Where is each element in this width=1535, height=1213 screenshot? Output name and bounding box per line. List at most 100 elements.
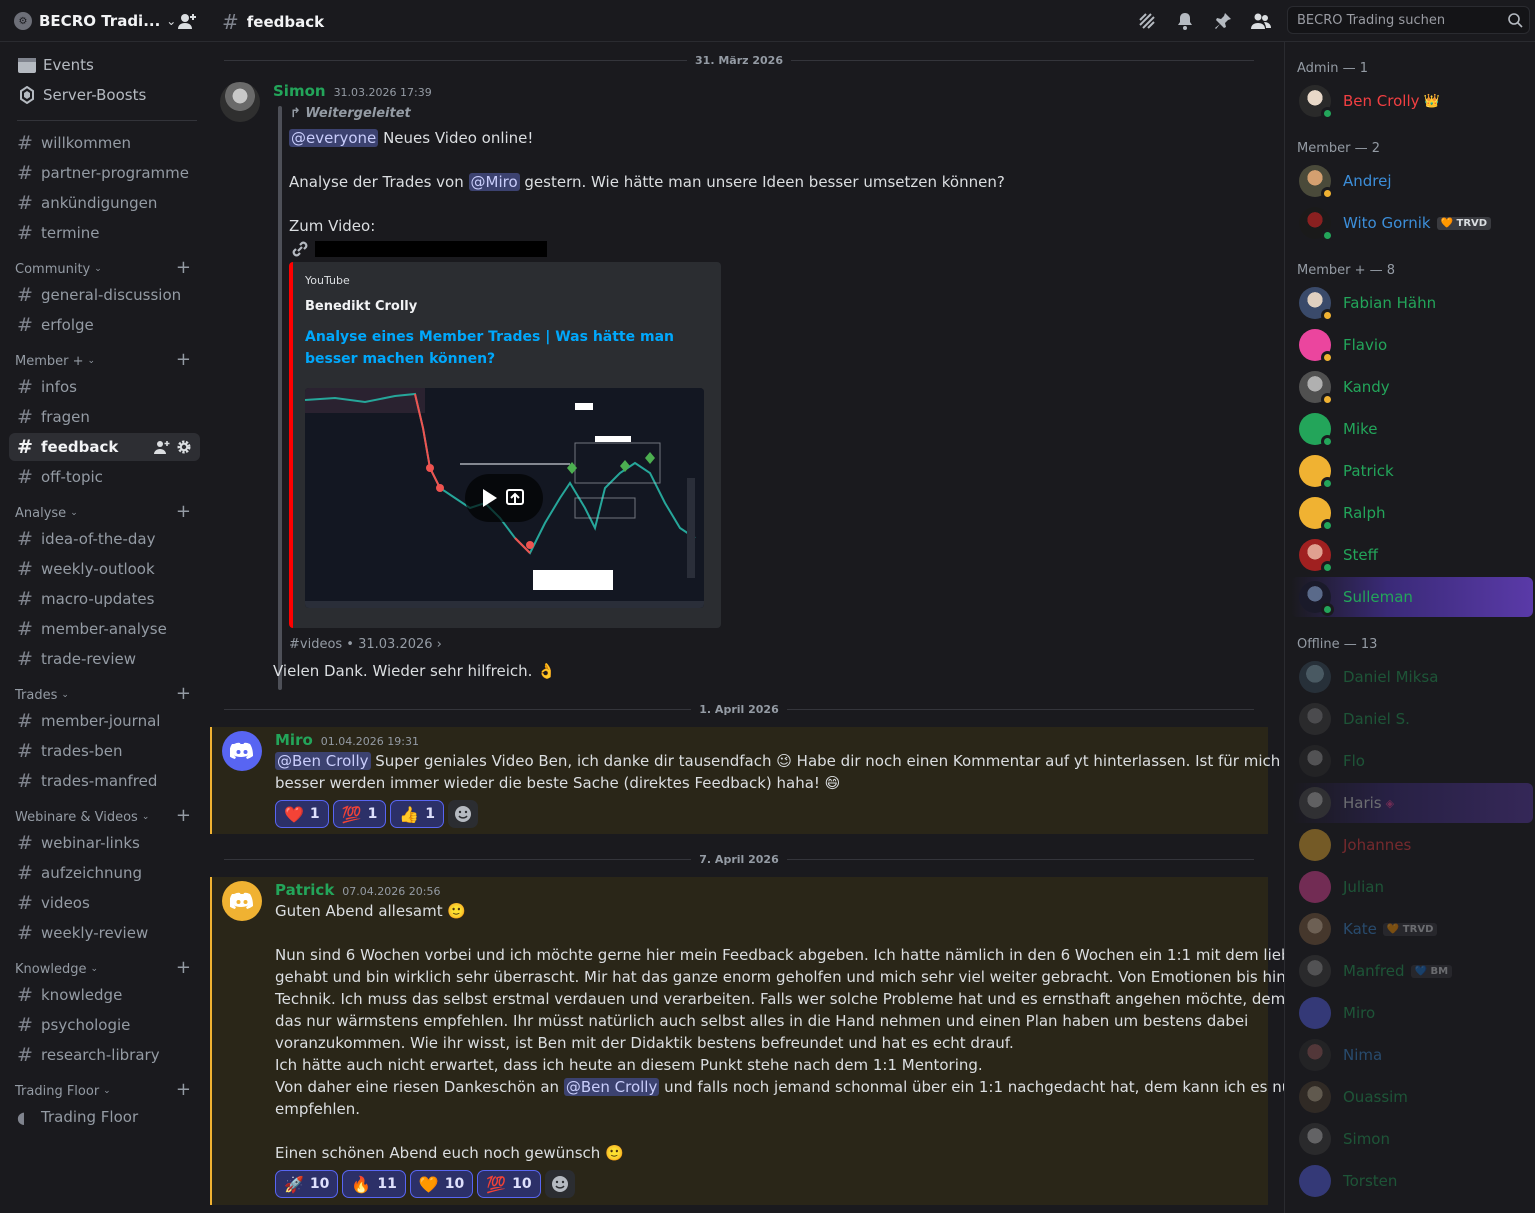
add-channel-icon[interactable]: + xyxy=(176,1079,191,1100)
forward-source[interactable]: #videos • 31.03.2026 › xyxy=(289,634,442,656)
play-button[interactable] xyxy=(465,474,543,522)
member-ouassim[interactable]: Ouassim xyxy=(1291,1077,1533,1117)
category-trades[interactable]: Trades ⌄ + xyxy=(15,683,195,704)
server-header[interactable]: ⚙ BECRO Tradi... ⌄ xyxy=(0,0,210,42)
channel-aufzeichnung[interactable]: # aufzeichnung xyxy=(9,859,200,887)
add-channel-icon[interactable]: + xyxy=(176,683,191,704)
member-torsten[interactable]: Torsten xyxy=(1291,1161,1533,1201)
channel-webinar-links[interactable]: # webinar-links xyxy=(9,829,200,857)
reaction-heart[interactable]: ❤️ 1 xyxy=(275,800,329,828)
pin-icon[interactable] xyxy=(1213,11,1233,31)
channel-macro-updates[interactable]: # macro-updates xyxy=(9,585,200,613)
avatar[interactable] xyxy=(220,82,260,122)
reaction-orange-heart[interactable]: 🧡 10 xyxy=(409,1170,474,1198)
video-thumbnail[interactable] xyxy=(305,388,704,608)
channel-knowledge[interactable]: # knowledge xyxy=(9,981,200,1009)
member-julian[interactable]: Julian xyxy=(1291,867,1533,907)
member-johannes[interactable]: Johannes xyxy=(1291,825,1533,865)
channel-weekly-outlook[interactable]: # weekly-outlook xyxy=(9,555,200,583)
member-wito-gornik[interactable]: Wito Gornik 🧡 TRVD xyxy=(1291,203,1533,243)
member-flavio[interactable]: Flavio xyxy=(1291,325,1533,365)
channel-general-discussion[interactable]: # general-discussion xyxy=(9,281,200,309)
member-list-icon[interactable] xyxy=(1251,11,1271,31)
member-manfred[interactable]: Manfred 💙 BM xyxy=(1291,951,1533,991)
channel-trading-floor[interactable]: ◖ Trading Floor xyxy=(9,1103,200,1131)
channel-off-topic[interactable]: # off-topic xyxy=(9,463,200,491)
channel-feedback[interactable]: # feedback xyxy=(9,433,200,461)
reaction-thumbs-up[interactable]: 👍 1 xyxy=(390,800,445,828)
channel-trades-ben[interactable]: # trades-ben xyxy=(9,737,200,765)
channel-weekly-review[interactable]: # weekly-review xyxy=(9,919,200,947)
member-daniel-s[interactable]: Daniel S. xyxy=(1291,699,1533,739)
member-kandy[interactable]: Kandy xyxy=(1291,367,1533,407)
author-name[interactable]: Simon xyxy=(273,82,326,100)
redacted-link[interactable] xyxy=(315,241,547,257)
mention[interactable]: @Ben Crolly xyxy=(275,752,371,770)
channel-videos[interactable]: # videos xyxy=(9,889,200,917)
reaction-100[interactable]: 💯 10 xyxy=(477,1170,541,1198)
mention[interactable]: @Miro xyxy=(468,173,520,191)
category-community[interactable]: Community ⌄ + xyxy=(15,257,195,278)
channel-member-analyse[interactable]: # member-analyse xyxy=(9,615,200,643)
member-patrick[interactable]: Patrick xyxy=(1291,451,1533,491)
channel-research-library[interactable]: # research-library xyxy=(9,1041,200,1069)
embed-provider[interactable]: YouTube xyxy=(305,274,350,287)
category-knowledge[interactable]: Knowledge ⌄ + xyxy=(15,957,195,978)
add-channel-icon[interactable]: + xyxy=(176,257,191,278)
add-channel-icon[interactable]: + xyxy=(176,349,191,370)
channel-trade-review[interactable]: # trade-review xyxy=(9,645,200,673)
add-channel-icon[interactable]: + xyxy=(176,501,191,522)
reaction-100[interactable]: 💯 1 xyxy=(332,800,387,828)
server-boosts-item[interactable]: Server-Boosts xyxy=(9,81,200,109)
category-member-plus[interactable]: Member + ⌄ + xyxy=(15,349,195,370)
member-mike[interactable]: Mike xyxy=(1291,409,1533,449)
member-sulleman[interactable]: Sulleman xyxy=(1291,577,1533,617)
add-channel-icon[interactable]: + xyxy=(176,957,191,978)
gear-icon[interactable] xyxy=(176,439,192,455)
channel-infos[interactable]: # infos xyxy=(9,373,200,401)
invite-icon[interactable] xyxy=(154,439,170,455)
add-reaction-button[interactable] xyxy=(448,800,479,828)
member-flo[interactable]: Flo xyxy=(1291,741,1533,781)
channel-psychologie[interactable]: # psychologie xyxy=(9,1011,200,1039)
category-trading-floor[interactable]: Trading Floor ⌄ + xyxy=(15,1079,195,1100)
embed-title[interactable]: Analyse eines Member Trades | Was hätte … xyxy=(305,326,705,370)
channel-erfolge[interactable]: # erfolge xyxy=(9,311,200,339)
events-item[interactable]: Events xyxy=(9,51,200,79)
member-fabian-haehn[interactable]: Fabian Hähn xyxy=(1291,283,1533,323)
reaction-fire[interactable]: 🔥 11 xyxy=(342,1170,406,1198)
avatar[interactable] xyxy=(222,731,262,771)
bell-icon[interactable] xyxy=(1175,11,1195,31)
reaction-rocket[interactable]: 🚀 10 xyxy=(275,1170,339,1198)
add-member-icon[interactable] xyxy=(177,12,197,30)
member-daniel-miksa[interactable]: Daniel Miksa xyxy=(1291,657,1533,697)
member-haris[interactable]: Haris ◈ xyxy=(1291,783,1533,823)
category-analyse[interactable]: Analyse ⌄ + xyxy=(15,501,195,522)
channel-trades-manfred[interactable]: # trades-manfred xyxy=(9,767,200,795)
author-name[interactable]: Patrick xyxy=(275,881,334,899)
member-nima[interactable]: Nima xyxy=(1291,1035,1533,1075)
mention[interactable]: @everyone xyxy=(289,129,379,147)
embed-author[interactable]: Benedikt Crolly xyxy=(305,299,417,314)
category-webinare-videos[interactable]: Webinare & Videos ⌄ + xyxy=(15,805,195,826)
channel-willkommen[interactable]: # willkommen xyxy=(9,129,200,157)
member-kate[interactable]: Kate 🧡 TRVD xyxy=(1291,909,1533,949)
member-steff[interactable]: Steff xyxy=(1291,535,1533,575)
threads-icon[interactable] xyxy=(1137,11,1157,31)
channel-member-journal[interactable]: # member-journal xyxy=(9,707,200,735)
avatar[interactable] xyxy=(222,881,262,921)
member-miro[interactable]: Miro xyxy=(1291,993,1533,1033)
channel-termine[interactable]: # termine xyxy=(9,219,200,247)
member-ben-crolly[interactable]: Ben Crolly 👑 xyxy=(1291,81,1533,121)
member-ralph[interactable]: Ralph xyxy=(1291,493,1533,533)
author-name[interactable]: Miro xyxy=(275,731,313,749)
channel-partner-programme[interactable]: # partner-programme xyxy=(9,159,200,187)
add-reaction-button[interactable] xyxy=(544,1170,575,1198)
channel-idea-of-the-day[interactable]: # idea-of-the-day xyxy=(9,525,200,553)
channel-ankuendigungen[interactable]: # ankündigungen xyxy=(9,189,200,217)
channel-fragen[interactable]: # fragen xyxy=(9,403,200,431)
search-input[interactable]: BECRO Trading suchen xyxy=(1287,6,1530,34)
add-channel-icon[interactable]: + xyxy=(176,805,191,826)
mention[interactable]: @Ben Crolly xyxy=(563,1078,660,1096)
member-simon[interactable]: Simon xyxy=(1291,1119,1533,1159)
